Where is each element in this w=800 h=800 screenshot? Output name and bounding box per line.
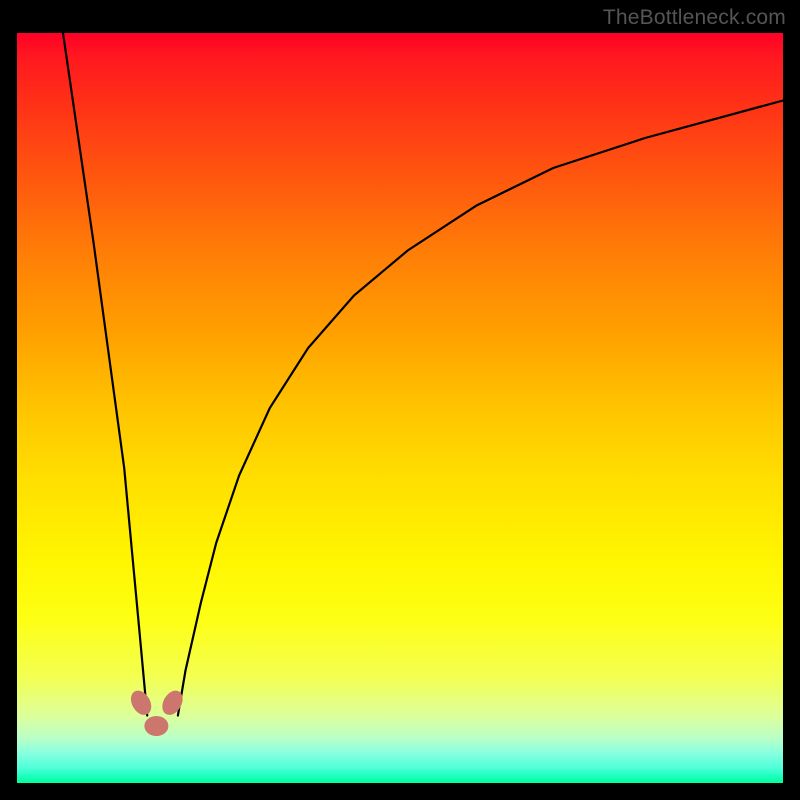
plot-area: [17, 33, 783, 783]
marker-layer: [17, 33, 783, 783]
outer-frame: TheBottleneck.com: [0, 0, 800, 800]
watermark-text: TheBottleneck.com: [603, 6, 786, 30]
marker-bean-right: [158, 687, 187, 719]
marker-bean-bottom: [144, 716, 168, 736]
marker-bean-left: [127, 687, 156, 719]
